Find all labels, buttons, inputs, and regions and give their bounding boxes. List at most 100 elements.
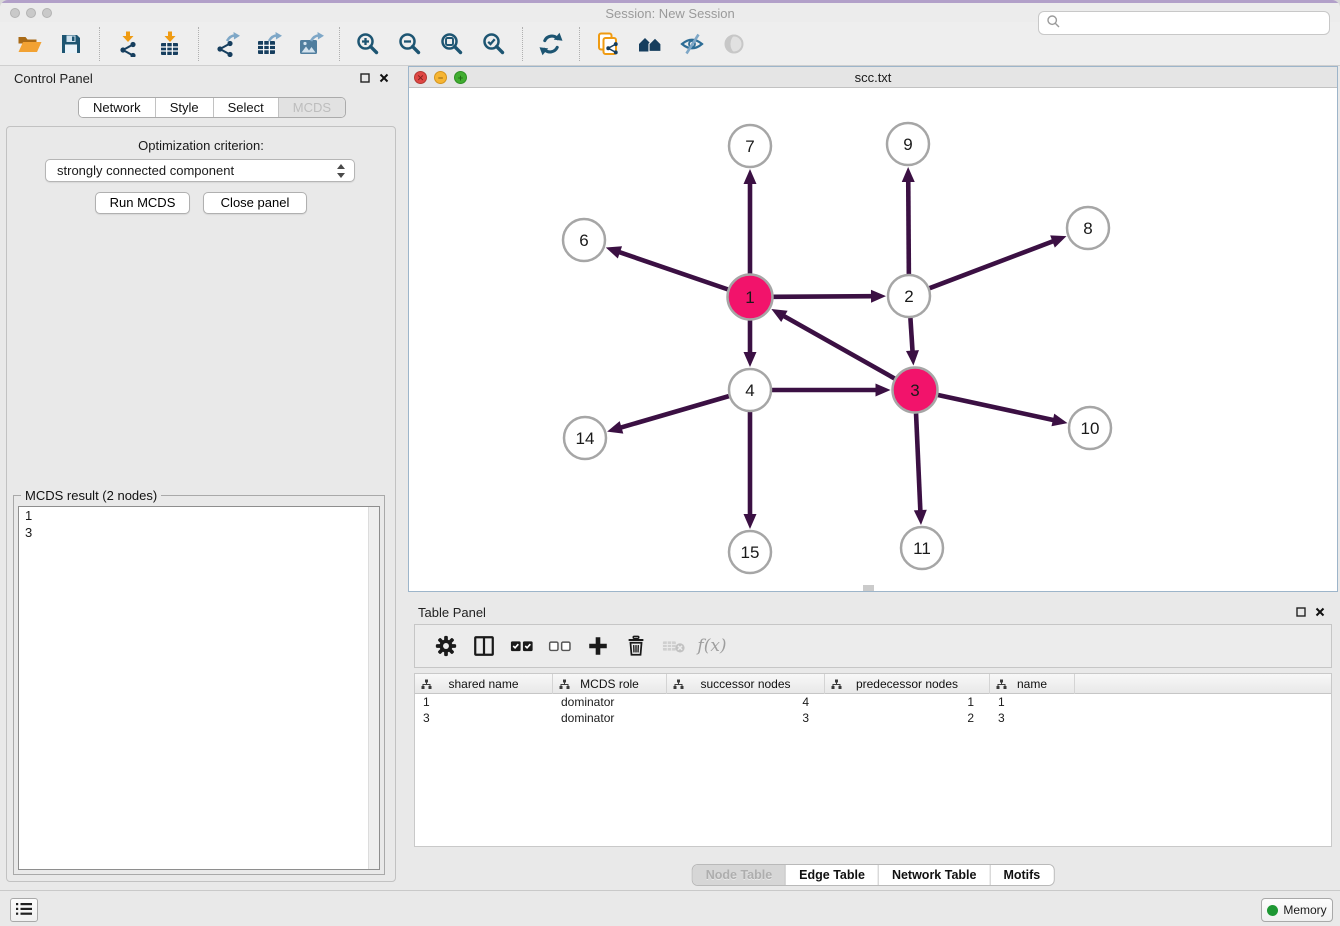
deselect-all-icon[interactable] xyxy=(547,633,573,659)
import-network-icon[interactable] xyxy=(113,29,143,59)
edge-3-11[interactable] xyxy=(916,413,920,512)
node-label-10: 10 xyxy=(1081,419,1100,438)
edge-arrowhead xyxy=(1050,235,1066,247)
column-browser-icon[interactable] xyxy=(471,633,497,659)
zoom-selected-icon[interactable] xyxy=(479,29,509,59)
edge-4-14[interactable] xyxy=(620,396,729,428)
node-label-2: 2 xyxy=(904,287,913,306)
table-row[interactable]: 3dominator323 xyxy=(415,710,1331,726)
export-network-icon[interactable] xyxy=(212,29,242,59)
node-label-15: 15 xyxy=(741,543,760,562)
toolbar-separator xyxy=(522,27,523,61)
refresh-layout-icon[interactable] xyxy=(536,29,566,59)
edge-2-8[interactable] xyxy=(930,241,1055,288)
toolbar-separator xyxy=(198,27,199,61)
column-header-MCDS-role[interactable]: MCDS role xyxy=(553,674,667,694)
table-panel-title: Table Panel xyxy=(418,605,486,620)
optimization-dropdown[interactable]: strongly connected component xyxy=(45,159,355,182)
hide-graphics-details-icon[interactable] xyxy=(677,29,707,59)
table-cell[interactable]: 3 xyxy=(990,710,1075,726)
export-table-icon[interactable] xyxy=(254,29,284,59)
gear-icon[interactable] xyxy=(433,633,459,659)
column-type-icon xyxy=(421,679,432,693)
table-cell[interactable]: dominator xyxy=(553,710,667,726)
dropdown-stepper-icon xyxy=(336,164,346,178)
edge-3-1[interactable] xyxy=(783,315,895,378)
column-label: shared name xyxy=(448,677,518,691)
mcds-result-item[interactable]: 1 xyxy=(19,507,379,524)
node-table: shared name MCDS role successor nodesprede… xyxy=(414,673,1332,847)
float-panel-icon[interactable] xyxy=(1295,606,1307,618)
mcds-result-item[interactable]: 3 xyxy=(19,524,379,541)
canvas-resize-grip[interactable] xyxy=(863,585,874,591)
tab-motifs[interactable]: Motifs xyxy=(990,865,1053,885)
network-window-title: scc.txt xyxy=(409,70,1337,85)
tab-style[interactable]: Style xyxy=(156,98,214,117)
function-builder-icon[interactable]: f(x) xyxy=(699,633,725,659)
column-type-icon xyxy=(996,679,1007,693)
graph-canvas[interactable]: 1234678910111415 xyxy=(409,88,1337,591)
table-cell[interactable]: 2 xyxy=(825,710,990,726)
network-window-titlebar[interactable]: scc.txt ✕−+ xyxy=(409,67,1337,88)
open-session-icon[interactable] xyxy=(14,29,44,59)
save-session-icon[interactable] xyxy=(56,29,86,59)
network-minimize-button[interactable]: − xyxy=(434,71,447,84)
edge-3-10[interactable] xyxy=(938,395,1055,420)
edge-2-9[interactable] xyxy=(908,180,909,274)
table-cell[interactable]: 1 xyxy=(415,694,553,710)
close-panel-icon[interactable] xyxy=(1314,606,1326,618)
table-cell[interactable]: 4 xyxy=(667,694,825,710)
task-history-button[interactable] xyxy=(10,898,38,922)
column-header-name[interactable]: name xyxy=(990,674,1075,694)
tab-node-table[interactable]: Node Table xyxy=(693,865,786,885)
table-cell[interactable]: dominator xyxy=(553,694,667,710)
run-mcds-button[interactable]: Run MCDS xyxy=(95,192,190,214)
delete-table-icon[interactable] xyxy=(661,633,687,659)
tab-select[interactable]: Select xyxy=(214,98,279,117)
search-icon xyxy=(1046,14,1061,32)
control-panel-tabs: NetworkStyleSelectMCDS xyxy=(78,97,346,118)
table-cell[interactable]: 1 xyxy=(825,694,990,710)
tab-network-table[interactable]: Network Table xyxy=(879,865,991,885)
optimization-label: Optimization criterion: xyxy=(7,138,395,153)
memory-button[interactable]: Memory xyxy=(1261,898,1333,922)
zoom-in-icon[interactable] xyxy=(353,29,383,59)
search-box[interactable] xyxy=(1038,11,1330,35)
column-label: MCDS role xyxy=(580,677,639,691)
tab-edge-table[interactable]: Edge Table xyxy=(786,865,879,885)
table-row[interactable]: 1dominator411 xyxy=(415,694,1331,710)
table-panel-header: Table Panel xyxy=(408,600,1338,624)
edge-2-3[interactable] xyxy=(910,318,912,353)
column-type-icon xyxy=(831,679,842,693)
table-cell[interactable]: 3 xyxy=(415,710,553,726)
clone-network-icon[interactable] xyxy=(593,29,623,59)
result-scrollbar[interactable] xyxy=(368,507,379,869)
network-close-button[interactable]: ✕ xyxy=(414,71,427,84)
add-column-icon[interactable] xyxy=(585,633,611,659)
table-cell[interactable]: 1 xyxy=(990,694,1075,710)
zoom-out-icon[interactable] xyxy=(395,29,425,59)
first-neighbors-icon[interactable] xyxy=(635,29,665,59)
tab-mcds[interactable]: MCDS xyxy=(279,98,345,117)
table-cell[interactable]: 3 xyxy=(667,710,825,726)
search-input[interactable] xyxy=(1061,13,1329,33)
zoom-fit-icon[interactable] xyxy=(437,29,467,59)
close-panel-icon[interactable] xyxy=(378,72,390,84)
edge-1-2[interactable] xyxy=(773,296,873,297)
tab-network[interactable]: Network xyxy=(79,98,156,117)
edge-1-6[interactable] xyxy=(618,252,728,290)
column-header-predecessor-nodes[interactable]: predecessor nodes xyxy=(825,674,990,694)
close-panel-button[interactable]: Close panel xyxy=(203,192,307,214)
column-header-shared-name[interactable]: shared name xyxy=(415,674,553,694)
table-header-row: shared name MCDS role successor nodesprede… xyxy=(415,674,1331,694)
status-bar: Memory xyxy=(0,890,1340,926)
network-maximize-button[interactable]: + xyxy=(454,71,467,84)
eye-icon[interactable] xyxy=(719,29,749,59)
mcds-result-list[interactable]: 13 xyxy=(18,506,380,870)
export-image-icon[interactable] xyxy=(296,29,326,59)
column-header-successor-nodes[interactable]: successor nodes xyxy=(667,674,825,694)
select-all-icon[interactable] xyxy=(509,633,535,659)
import-table-icon[interactable] xyxy=(155,29,185,59)
delete-column-icon[interactable] xyxy=(623,633,649,659)
float-panel-icon[interactable] xyxy=(359,72,371,84)
